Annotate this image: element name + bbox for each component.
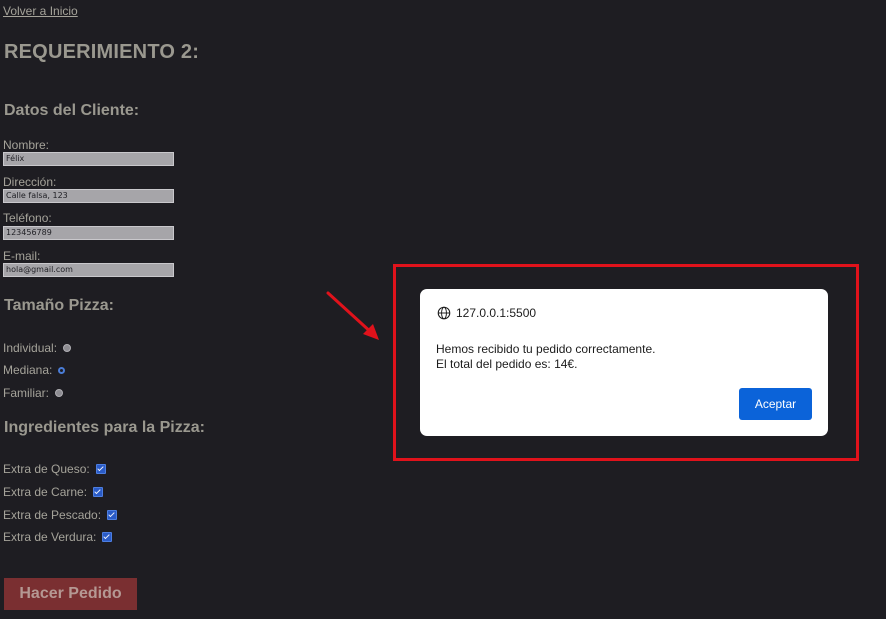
page-title: REQUERIMIENTO 2: <box>4 41 200 63</box>
red-arrow-annotation <box>326 291 379 340</box>
ingredient-label: Extra de Pescado: <box>3 508 102 522</box>
size-option-label: Individual: <box>3 341 58 355</box>
extra-carne-checkbox[interactable] <box>93 487 104 497</box>
size-mediana-radio[interactable] <box>58 366 66 374</box>
extra-queso-checkbox[interactable] <box>95 464 106 474</box>
dialog-message: Hemos recibido tu pedido correctamente. … <box>436 342 655 372</box>
dialog-message-line-2: El total del pedido es: 14€. <box>436 357 578 371</box>
email-label: E-mail: <box>3 249 41 263</box>
address-input[interactable]: Calle falsa, 123 <box>3 189 174 203</box>
name-label: Nombre: <box>3 138 50 152</box>
size-option-familiar: Familiar: <box>3 386 64 400</box>
place-order-button[interactable]: Hacer Pedido <box>4 578 137 610</box>
size-option-label: Familiar: <box>3 386 50 400</box>
dialog-origin: 127.0.0.1:5500 <box>437 306 536 320</box>
dialog-message-line-1: Hemos recibido tu pedido correctamente. <box>436 342 656 356</box>
size-familiar-radio[interactable] <box>55 389 64 397</box>
ingredient-option-carne: Extra de Carne: <box>3 485 104 499</box>
size-option-mediana: Mediana: <box>3 363 66 377</box>
phone-input[interactable]: 123456789 <box>3 226 174 240</box>
accept-button[interactable]: Aceptar <box>739 388 812 420</box>
extra-pescado-checkbox[interactable] <box>107 510 118 520</box>
client-data-heading: Datos del Cliente: <box>4 102 140 119</box>
extra-verdura-checkbox[interactable] <box>102 532 113 542</box>
globe-icon <box>437 306 451 320</box>
back-to-home-link[interactable]: Volver a Inicio <box>3 4 78 18</box>
size-option-individual: Individual: <box>3 341 72 355</box>
ingredient-option-queso: Extra de Queso: <box>3 462 106 476</box>
name-input[interactable]: Félix <box>3 152 174 166</box>
alert-dialog: 127.0.0.1:5500 Hemos recibido tu pedido … <box>420 289 828 436</box>
ingredient-label: Extra de Carne: <box>3 485 88 499</box>
dialog-origin-text: 127.0.0.1:5500 <box>456 306 537 320</box>
size-option-label: Mediana: <box>3 363 53 377</box>
size-individual-radio[interactable] <box>63 344 72 352</box>
ingredient-label: Extra de Queso: <box>3 462 90 476</box>
pizza-size-heading: Tamaño Pizza: <box>4 297 114 314</box>
phone-label: Teléfono: <box>3 211 52 225</box>
address-label: Dirección: <box>3 175 57 189</box>
ingredient-option-verdura: Extra de Verdura: <box>3 530 113 544</box>
email-input[interactable]: hola@gmail.com <box>3 263 174 277</box>
ingredient-option-pescado: Extra de Pescado: <box>3 508 118 522</box>
ingredients-heading: Ingredientes para la Pizza: <box>4 419 205 436</box>
ingredient-label: Extra de Verdura: <box>3 530 97 544</box>
